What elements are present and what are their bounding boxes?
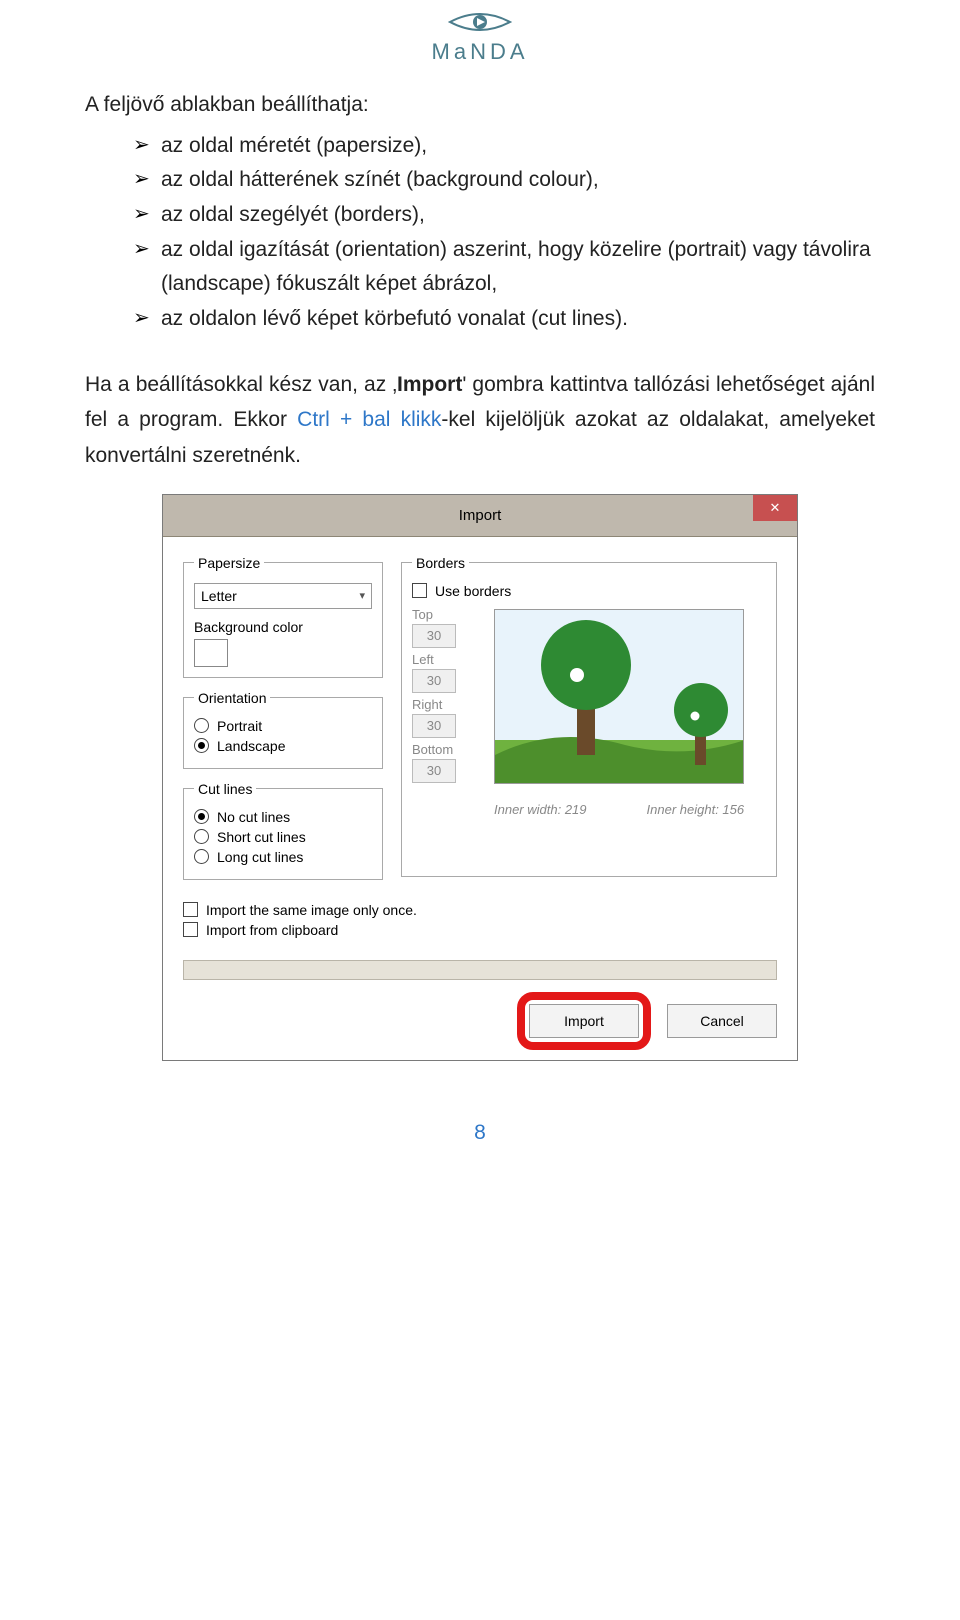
list-item: az oldal szegélyét (borders), [133, 198, 875, 233]
progress-bar [183, 960, 777, 980]
top-label: Top [412, 607, 480, 622]
page-number: 8 [85, 1121, 875, 1145]
para-bold: Import [397, 373, 462, 396]
bgcolor-swatch[interactable] [194, 639, 228, 667]
manda-logo: MaNDA [85, 0, 875, 75]
list-item: az oldalon lévő képet körbefutó vonalat … [133, 302, 875, 337]
papersize-legend: Papersize [194, 555, 264, 571]
radio-label: No cut lines [217, 809, 290, 825]
list-item: az oldal méretét (papersize), [133, 129, 875, 164]
dialog-title: Import [163, 507, 797, 524]
radio-icon [194, 738, 209, 753]
cutlines-legend: Cut lines [194, 781, 256, 797]
instruction-paragraph: Ha a beállításokkal kész van, az ‚Import… [85, 367, 875, 474]
papersize-select[interactable]: Letter ▾ [194, 583, 372, 609]
cutlines-none-radio[interactable]: No cut lines [194, 809, 372, 825]
cutlines-short-radio[interactable]: Short cut lines [194, 829, 372, 845]
radio-label: Long cut lines [217, 849, 303, 865]
manda-wordmark: MaNDA [85, 39, 875, 65]
cutlines-group: Cut lines No cut lines Short cut lines L… [183, 781, 383, 880]
use-borders-checkbox[interactable]: Use borders [412, 583, 766, 599]
bottom-label: Bottom [412, 742, 480, 757]
list-item: az oldal hátterének színét (background c… [133, 163, 875, 198]
radio-icon [194, 718, 209, 733]
close-icon: ✕ [770, 501, 781, 514]
import-dialog: Import ✕ Papersize Letter ▾ Background c… [162, 494, 798, 1061]
checkbox-label: Import from clipboard [206, 922, 338, 938]
papersize-value: Letter [201, 588, 237, 604]
left-input[interactable]: 30 [412, 669, 456, 693]
bgcolor-label: Background color [194, 619, 372, 635]
checkbox-icon [412, 583, 427, 598]
checkbox-label: Import the same image only once. [206, 902, 417, 918]
close-button[interactable]: ✕ [753, 495, 797, 521]
eye-icon [448, 10, 512, 34]
orientation-portrait-radio[interactable]: Portrait [194, 718, 372, 734]
radio-label: Short cut lines [217, 829, 306, 845]
list-item: az oldal igazítását (orientation) aszeri… [133, 233, 875, 302]
inner-width-label: Inner width: 219 [494, 802, 587, 817]
import-button-highlight: Import [529, 1004, 639, 1038]
chevron-down-icon: ▾ [359, 589, 365, 602]
radio-icon [194, 849, 209, 864]
checkbox-label: Use borders [435, 583, 511, 599]
radio-icon [194, 809, 209, 824]
para-blue: Ctrl + bal klikk [297, 408, 441, 431]
intro-text: A feljövő ablakban beállíthatja: [85, 87, 875, 123]
orientation-group: Orientation Portrait Landscape [183, 690, 383, 769]
dialog-titlebar: Import ✕ [163, 495, 797, 537]
right-label: Right [412, 697, 480, 712]
inner-height-label: Inner height: 156 [647, 802, 745, 817]
preview-image [494, 609, 744, 784]
papersize-group: Papersize Letter ▾ Background color [183, 555, 383, 678]
checkbox-icon [183, 902, 198, 917]
top-input[interactable]: 30 [412, 624, 456, 648]
bottom-input[interactable]: 30 [412, 759, 456, 783]
right-input[interactable]: 30 [412, 714, 456, 738]
settings-bullet-list: az oldal méretét (papersize), az oldal h… [85, 129, 875, 337]
same-image-checkbox[interactable]: Import the same image only once. [183, 902, 777, 918]
borders-legend: Borders [412, 555, 469, 571]
radio-icon [194, 829, 209, 844]
orientation-landscape-radio[interactable]: Landscape [194, 738, 372, 754]
para-pre: Ha a beállításokkal kész van, az ‚ [85, 373, 397, 396]
cutlines-long-radio[interactable]: Long cut lines [194, 849, 372, 865]
cancel-button[interactable]: Cancel [667, 1004, 777, 1038]
borders-group: Borders Use borders Top 30 Left 30 Right… [401, 555, 777, 877]
orientation-legend: Orientation [194, 690, 270, 706]
radio-label: Portrait [217, 718, 262, 734]
checkbox-icon [183, 922, 198, 937]
left-label: Left [412, 652, 480, 667]
radio-label: Landscape [217, 738, 286, 754]
import-button[interactable]: Import [529, 1004, 639, 1038]
clipboard-checkbox[interactable]: Import from clipboard [183, 922, 777, 938]
